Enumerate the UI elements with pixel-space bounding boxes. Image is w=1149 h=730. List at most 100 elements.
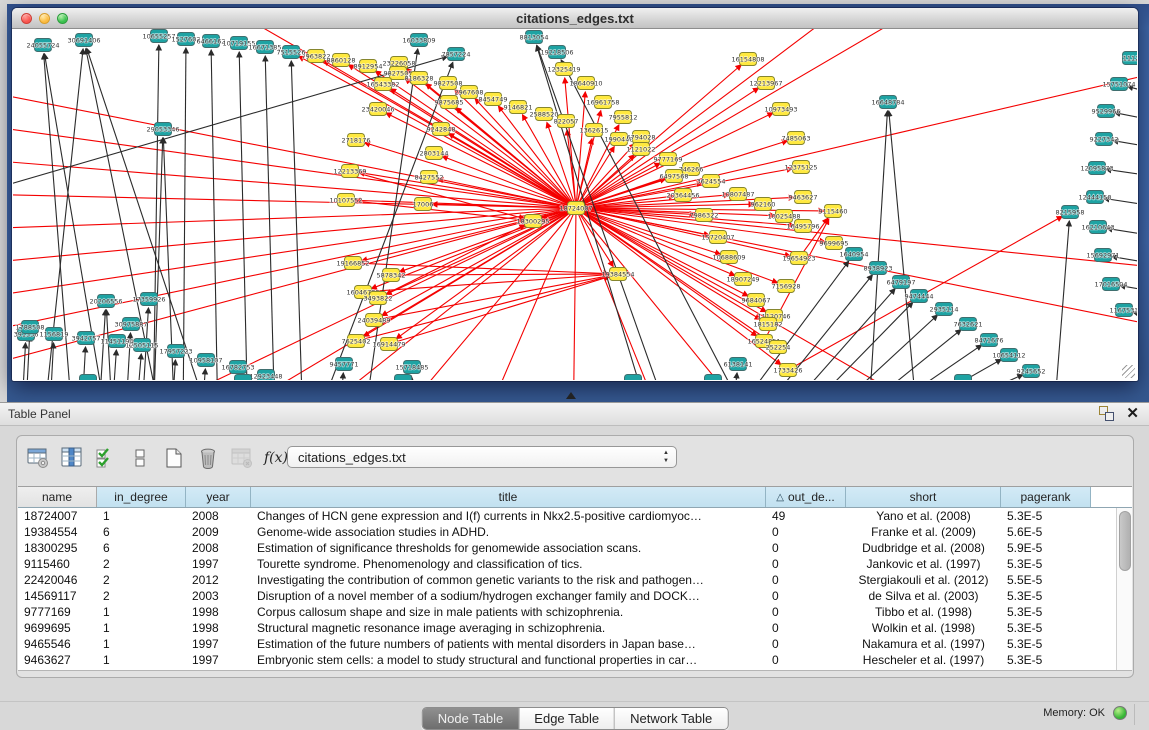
float-panel-icon[interactable] bbox=[1099, 406, 1114, 421]
table-cell[interactable]: Jankovic et al. (1997) bbox=[846, 556, 1001, 572]
table-cell[interactable]: 6 bbox=[97, 540, 186, 556]
table-cell[interactable]: 0 bbox=[766, 556, 846, 572]
table-scrollbar[interactable] bbox=[1116, 508, 1132, 670]
table-cell[interactable]: 2008 bbox=[186, 540, 251, 556]
column-header-out_de[interactable]: △out_de... bbox=[766, 487, 846, 507]
table-row[interactable]: 911546021997Tourette syndrome. Phenomeno… bbox=[18, 556, 1132, 572]
table-cell[interactable]: 5.5E-5 bbox=[1001, 572, 1091, 588]
table-cell[interactable]: Wolkin et al. (1998) bbox=[846, 620, 1001, 636]
table-row[interactable]: 969969511998Structural magnetic resonanc… bbox=[18, 620, 1132, 636]
table-select-dropdown[interactable]: citations_edges.txt ▲▼ bbox=[287, 446, 677, 468]
table-cell[interactable]: 2008 bbox=[186, 508, 251, 524]
table-row[interactable]: 946362711997Embryonic stem cells: a mode… bbox=[18, 652, 1132, 668]
table-cell[interactable]: 2 bbox=[97, 572, 186, 588]
table-cell[interactable]: Disruption of a novel member of a sodium… bbox=[251, 588, 766, 604]
table-cell[interactable]: 5.3E-5 bbox=[1001, 556, 1091, 572]
table-settings-icon[interactable] bbox=[25, 445, 51, 471]
table-cell[interactable]: 1998 bbox=[186, 620, 251, 636]
table-cell[interactable]: Investigating the contribution of common… bbox=[251, 572, 766, 588]
select-all-icon[interactable] bbox=[93, 445, 119, 471]
new-document-icon[interactable] bbox=[161, 445, 187, 471]
table-cell[interactable]: Changes of HCN gene expression and I(f) … bbox=[251, 508, 766, 524]
table-row[interactable]: 1830029562008Estimation of significance … bbox=[18, 540, 1132, 556]
table-cell[interactable]: 22420046 bbox=[18, 572, 97, 588]
table-cell[interactable]: 0 bbox=[766, 604, 846, 620]
table-cell[interactable]: 0 bbox=[766, 620, 846, 636]
column-header-in_degree[interactable]: in_degree bbox=[97, 487, 186, 507]
graph-node[interactable] bbox=[625, 375, 642, 381]
table-cell[interactable]: 14569117 bbox=[18, 588, 97, 604]
graph-node[interactable] bbox=[395, 375, 412, 381]
table-cell[interactable]: Yano et al. (2008) bbox=[846, 508, 1001, 524]
graph-node[interactable] bbox=[955, 375, 972, 381]
function-builder-icon[interactable]: f(x) bbox=[263, 445, 289, 471]
table-cell[interactable]: Embryonic stem cells: a model to study s… bbox=[251, 652, 766, 668]
table-cell[interactable]: 1 bbox=[97, 652, 186, 668]
delete-icon[interactable] bbox=[195, 445, 221, 471]
table-row[interactable]: 1938455462009Genome-wide association stu… bbox=[18, 524, 1132, 540]
table-cell[interactable]: 1998 bbox=[186, 604, 251, 620]
table-cell[interactable]: 5.3E-5 bbox=[1001, 604, 1091, 620]
table-cell[interactable]: 5.3E-5 bbox=[1001, 636, 1091, 652]
column-header-pagerank[interactable]: pagerank bbox=[1001, 487, 1091, 507]
table-cell[interactable]: Dudbridge et al. (2008) bbox=[846, 540, 1001, 556]
table-cell[interactable]: 49 bbox=[766, 508, 846, 524]
table-cell[interactable]: 0 bbox=[766, 652, 846, 668]
column-header-short[interactable]: short bbox=[846, 487, 1001, 507]
table-row[interactable]: 1872400712008Changes of HCN gene express… bbox=[18, 508, 1132, 524]
table-row[interactable]: 1456911722003Disruption of a novel membe… bbox=[18, 588, 1132, 604]
window-titlebar[interactable]: citations_edges.txt bbox=[12, 8, 1138, 29]
table-cell[interactable]: 19384554 bbox=[18, 524, 97, 540]
table-cell[interactable]: 2003 bbox=[186, 588, 251, 604]
table-cell[interactable]: 9115460 bbox=[18, 556, 97, 572]
table-cell[interactable]: Estimation of the future numbers of pati… bbox=[251, 636, 766, 652]
table-cell[interactable]: 1 bbox=[97, 620, 186, 636]
scrollbar-thumb[interactable] bbox=[1119, 511, 1131, 571]
table-cell[interactable]: 9465546 bbox=[18, 636, 97, 652]
table-cell[interactable]: 5.3E-5 bbox=[1001, 652, 1091, 668]
table-cell[interactable]: 0 bbox=[766, 588, 846, 604]
table-cell[interactable]: Tibbo et al. (1998) bbox=[846, 604, 1001, 620]
column-header-year[interactable]: year bbox=[186, 487, 251, 507]
table-cell[interactable]: 2 bbox=[97, 556, 186, 572]
graph-node[interactable] bbox=[235, 375, 252, 381]
table-cell[interactable]: Genome-wide association studies in ADHD. bbox=[251, 524, 766, 540]
table-cell[interactable]: 5.6E-5 bbox=[1001, 524, 1091, 540]
table-row[interactable]: 946554611997Estimation of the future num… bbox=[18, 636, 1132, 652]
table-cell[interactable]: 5.9E-5 bbox=[1001, 540, 1091, 556]
table-panel-header[interactable]: Table Panel ✕ bbox=[0, 403, 1149, 426]
column-header-name[interactable]: name bbox=[18, 487, 97, 507]
table-cell[interactable]: 2012 bbox=[186, 572, 251, 588]
table-cell[interactable]: 9699695 bbox=[18, 620, 97, 636]
table-cell[interactable]: 5.3E-5 bbox=[1001, 620, 1091, 636]
table-cell[interactable]: 0 bbox=[766, 524, 846, 540]
table-cell[interactable]: 5.3E-5 bbox=[1001, 508, 1091, 524]
table-cell[interactable]: Hescheler et al. (1997) bbox=[846, 652, 1001, 668]
table-row[interactable]: 2242004622012Investigating the contribut… bbox=[18, 572, 1132, 588]
table-cell[interactable]: Corpus callosum shape and size in male p… bbox=[251, 604, 766, 620]
network-canvas[interactable]: 1872400718300295193845547963822886012889… bbox=[13, 29, 1137, 380]
resize-grip[interactable] bbox=[1122, 365, 1135, 378]
table-cell[interactable]: 1 bbox=[97, 636, 186, 652]
table-cell[interactable]: de Silva et al. (2003) bbox=[846, 588, 1001, 604]
table-cell[interactable]: 18724007 bbox=[18, 508, 97, 524]
table-cell[interactable]: 1 bbox=[97, 604, 186, 620]
table-cell[interactable]: 2 bbox=[97, 588, 186, 604]
table-cell[interactable]: 1 bbox=[97, 508, 186, 524]
table-cell[interactable]: 5.3E-5 bbox=[1001, 588, 1091, 604]
table-row[interactable]: 977716911998Corpus callosum shape and si… bbox=[18, 604, 1132, 620]
table-cell[interactable]: 1997 bbox=[186, 636, 251, 652]
table-cell[interactable]: 0 bbox=[766, 572, 846, 588]
table-cell[interactable]: Estimation of significance thresholds fo… bbox=[251, 540, 766, 556]
table-cell[interactable]: 18300295 bbox=[18, 540, 97, 556]
unselect-all-icon[interactable] bbox=[127, 445, 153, 471]
table-cell[interactable]: 0 bbox=[766, 540, 846, 556]
splitter-handle-icon[interactable] bbox=[566, 392, 576, 399]
table-cell[interactable]: Structural magnetic resonance image aver… bbox=[251, 620, 766, 636]
table-cell[interactable]: 6 bbox=[97, 524, 186, 540]
network-graph[interactable]: 1872400718300295193845547963822886012889… bbox=[13, 29, 1137, 380]
close-panel-icon[interactable]: ✕ bbox=[1126, 406, 1139, 421]
table-cell[interactable]: 2009 bbox=[186, 524, 251, 540]
node-table[interactable]: namein_degreeyeartitle△out_de...shortpag… bbox=[18, 486, 1132, 671]
table-cell[interactable]: Nakamura et al. (1997) bbox=[846, 636, 1001, 652]
